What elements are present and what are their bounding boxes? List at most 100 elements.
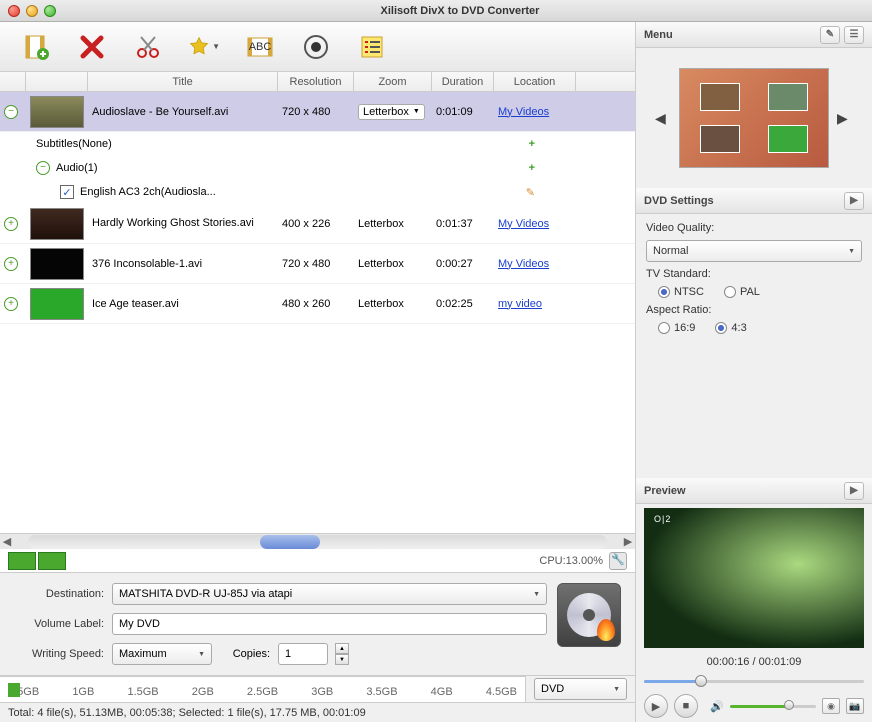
file-title: Ice Age teaser.avi (88, 296, 278, 312)
next-template-button[interactable]: ▶ (837, 110, 853, 127)
toolbar: ▼ ABC (0, 22, 635, 72)
waveform-icon (38, 552, 66, 570)
horizontal-scrollbar[interactable]: ◀ ▶ (0, 533, 635, 549)
capacity-bar: 0.5GB1GB1.5GB2GB2.5GB3GB3.5GB4GB4.5GB (0, 676, 525, 702)
file-resolution: 720 x 480 (278, 104, 354, 120)
capacity-tick: 4GB (431, 686, 453, 698)
zoom-select[interactable]: Letterbox (358, 104, 425, 120)
file-duration: 0:01:37 (432, 216, 494, 232)
subtitles-button[interactable]: ABC (244, 31, 276, 63)
play-button[interactable]: ▶ (644, 694, 668, 718)
stop-button[interactable]: ■ (674, 694, 698, 718)
file-thumbnail (30, 288, 84, 320)
audio-track-row[interactable]: ✓ English AC3 2ch(Audiosla... ✎ (0, 180, 635, 204)
add-file-button[interactable] (20, 31, 52, 63)
record-button[interactable] (300, 31, 332, 63)
audio-checkbox[interactable]: ✓ (60, 185, 74, 199)
file-row[interactable]: 376 Inconsolable-1.avi 720 x 480 Letterb… (0, 244, 635, 284)
remove-button[interactable] (76, 31, 108, 63)
volume-slider[interactable] (730, 700, 816, 712)
add-subtitle-icon[interactable]: + (529, 138, 535, 150)
file-title: Hardly Working Ghost Stories.avi (88, 215, 278, 232)
volume-label: Volume Label: (14, 618, 104, 630)
file-row[interactable]: Hardly Working Ghost Stories.avi 400 x 2… (0, 204, 635, 244)
location-link[interactable]: My Videos (498, 218, 549, 230)
file-row[interactable]: Audioslave - Be Yourself.avi 720 x 480 L… (0, 92, 635, 132)
file-zoom: Letterbox (354, 216, 432, 232)
file-duration: 0:00:27 (432, 256, 494, 272)
file-row[interactable]: Ice Age teaser.avi 480 x 260 Letterbox 0… (0, 284, 635, 324)
waveform-icon (8, 552, 36, 570)
volume-icon[interactable]: 🔊 (710, 700, 724, 713)
copies-label: Copies: (220, 648, 270, 660)
dvd-settings-header: DVD Settings ▶ (636, 188, 872, 214)
file-list-header: Title Resolution Zoom Duration Location (0, 72, 635, 92)
column-duration[interactable]: Duration (432, 72, 494, 91)
file-title: Audioslave - Be Yourself.avi (88, 104, 278, 120)
column-zoom[interactable]: Zoom (354, 72, 432, 91)
destination-label: Destination: (14, 588, 104, 600)
menu-template-thumbnail[interactable] (679, 68, 829, 168)
audio-row[interactable]: Audio(1) + (0, 156, 635, 180)
aspect-43-radio[interactable]: 4:3 (715, 322, 746, 334)
menu-section-header: Menu ✎ ☰ (636, 22, 872, 48)
menu-list-button[interactable]: ☰ (844, 26, 864, 44)
destination-select[interactable]: MATSHITA DVD-R UJ-85J via atapi (112, 583, 547, 605)
column-location[interactable]: Location (494, 72, 576, 91)
video-quality-label: Video Quality: (646, 222, 862, 234)
copies-spinner[interactable]: ▲▼ (335, 643, 349, 665)
collapse-icon[interactable] (36, 161, 50, 175)
disc-icon (567, 593, 611, 637)
output-settings: Destination: MATSHITA DVD-R UJ-85J via a… (0, 573, 635, 675)
column-resolution[interactable]: Resolution (278, 72, 354, 91)
prev-template-button[interactable]: ◀ (655, 110, 671, 127)
settings-icon[interactable]: 🔧 (609, 552, 627, 570)
preview-expand-button[interactable]: ▶ (844, 482, 864, 500)
column-title[interactable]: Title (88, 72, 278, 91)
expand-icon[interactable] (4, 217, 18, 231)
file-zoom: Letterbox (354, 256, 432, 272)
zoom-window-button[interactable] (44, 5, 56, 17)
file-thumbnail (30, 208, 84, 240)
expand-icon[interactable] (4, 297, 18, 311)
snapshot-button[interactable]: ◉ (822, 698, 840, 714)
pal-radio[interactable]: PAL (724, 286, 760, 298)
tv-standard-label: TV Standard: (646, 268, 862, 280)
dvd-settings-expand-button[interactable]: ▶ (844, 192, 864, 210)
copies-input[interactable] (278, 643, 328, 665)
file-resolution: 720 x 480 (278, 256, 354, 272)
edit-menu-button[interactable]: ✎ (820, 26, 840, 44)
effects-button[interactable]: ▼ (188, 31, 220, 63)
burn-button[interactable] (557, 583, 621, 647)
location-link[interactable]: My Videos (498, 106, 549, 118)
cut-button[interactable] (132, 31, 164, 63)
add-audio-icon[interactable]: + (529, 162, 535, 174)
ntsc-radio[interactable]: NTSC (658, 286, 704, 298)
location-link[interactable]: my video (498, 298, 542, 310)
video-quality-select[interactable]: Normal (646, 240, 862, 262)
camera-button[interactable]: 📷 (846, 698, 864, 714)
preview-video[interactable] (644, 508, 864, 648)
edit-icon[interactable]: ✎ (526, 186, 535, 199)
close-window-button[interactable] (8, 5, 20, 17)
speed-select[interactable]: Maximum (112, 643, 212, 665)
subtitles-row[interactable]: Subtitles(None) + (0, 132, 635, 156)
cpu-usage: CPU:13.00% (539, 555, 603, 567)
capacity-tick: 1GB (72, 686, 94, 698)
file-zoom: Letterbox (354, 296, 432, 312)
format-select[interactable]: DVD (534, 678, 627, 700)
volume-label-input[interactable] (112, 613, 547, 635)
collapse-icon[interactable] (4, 105, 18, 119)
expand-icon[interactable] (4, 257, 18, 271)
capacity-tick: 1.5GB (127, 686, 158, 698)
seek-slider[interactable] (644, 674, 864, 688)
preview-section-header: Preview ▶ (636, 478, 872, 504)
svg-text:ABC: ABC (249, 41, 272, 53)
capacity-tick: 3.5GB (366, 686, 397, 698)
location-link[interactable]: My Videos (498, 258, 549, 270)
minimize-window-button[interactable] (26, 5, 38, 17)
playback-controls: ▶ ■ 🔊 ◉ 📷 (636, 690, 872, 722)
list-button[interactable] (356, 31, 388, 63)
aspect-169-radio[interactable]: 16:9 (658, 322, 695, 334)
file-thumbnail (30, 96, 84, 128)
